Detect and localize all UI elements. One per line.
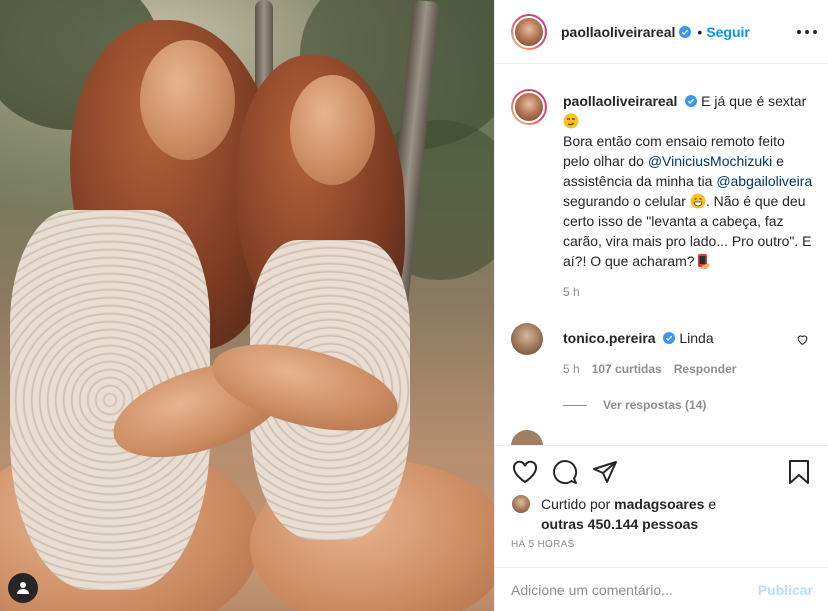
likes-prefix: Curtido por: [541, 496, 615, 512]
likes-middle: e: [704, 496, 717, 512]
view-replies-button[interactable]: Ver respostas (14): [563, 398, 813, 412]
action-bar: [511, 458, 813, 486]
comments-section: paollaoliveirareal E já que é sextar Bor…: [495, 65, 828, 445]
caption-part: segurando o celular: [563, 193, 690, 209]
caption-time[interactable]: 5 h: [563, 285, 813, 299]
comment-text: tonico.pereira Linda: [563, 329, 813, 347]
more-options-icon[interactable]: [797, 22, 817, 42]
smirk-emoji-icon: [563, 113, 579, 129]
follow-button[interactable]: Seguir: [706, 24, 750, 40]
comment-meta: 5 h 107 curtidas Responder: [563, 362, 813, 376]
post-actions-area: Curtido por madagsoares e outras 450.144…: [495, 445, 828, 611]
likes-count[interactable]: outras 450.144 pessoas: [541, 516, 698, 532]
comment-like-icon[interactable]: [796, 333, 809, 346]
heart-icon: [512, 460, 538, 484]
comment-item-partial: [511, 430, 813, 445]
bookmark-icon: [789, 460, 809, 484]
likes-summary: Curtido por madagsoares e outras 450.144…: [511, 494, 813, 534]
caption-text: paollaoliveirareal E já que é sextar Bor…: [563, 91, 813, 271]
mention-link[interactable]: @abgailoliveira: [716, 173, 812, 189]
view-replies-label: Ver respostas (14): [603, 398, 707, 412]
like-button[interactable]: [511, 458, 539, 486]
user-tag-button[interactable]: [8, 573, 38, 603]
grin-sweat-emoji-icon: [690, 193, 706, 209]
liker-username[interactable]: madagsoares: [614, 496, 704, 512]
post-caption: paollaoliveirareal E já que é sextar Bor…: [511, 65, 813, 299]
add-comment-bar: Publicar: [495, 567, 828, 611]
post-header: paollaoliveirareal • Seguir: [495, 0, 828, 64]
verified-badge-icon: [685, 95, 698, 107]
comment-likes[interactable]: 107 curtidas: [592, 362, 662, 376]
caption-username[interactable]: paollaoliveirareal: [563, 93, 677, 109]
instagram-post: paollaoliveirareal • Seguir paollaolivei…: [0, 0, 828, 611]
photo-face-right: [290, 75, 375, 185]
comment-item: tonico.pereira Linda 5 h 107 curtidas Re…: [511, 323, 813, 412]
author-username[interactable]: paollaoliveirareal: [561, 24, 675, 40]
replies-line: [563, 404, 587, 406]
user-tag-icon: [17, 582, 29, 594]
reply-button[interactable]: Responder: [674, 362, 737, 376]
post-timestamp[interactable]: HÁ 5 HORAS: [511, 539, 575, 550]
follow-separator: •: [697, 23, 703, 40]
share-button[interactable]: [591, 458, 619, 486]
author-avatar[interactable]: [511, 89, 547, 125]
publish-button[interactable]: Publicar: [758, 582, 813, 598]
comment-bubble-icon: [553, 460, 577, 484]
post-side-panel: paollaoliveirareal • Seguir paollaolivei…: [494, 0, 828, 611]
author-avatar[interactable]: [511, 13, 547, 50]
mention-link[interactable]: @ViniciusMochizuki: [648, 153, 772, 169]
photo-face-left: [140, 40, 235, 160]
selfie-emoji-icon: [697, 254, 710, 269]
verified-badge-icon: [679, 25, 692, 38]
caption-part: E já que é sextar: [697, 93, 807, 109]
commenter-avatar[interactable]: [511, 323, 543, 355]
comment-button[interactable]: [551, 458, 579, 486]
comment-time[interactable]: 5 h: [563, 362, 580, 376]
verified-badge-icon: [663, 332, 676, 344]
commenter-avatar[interactable]: [511, 430, 543, 445]
liker-avatar[interactable]: [511, 494, 531, 514]
comment-body: Linda: [675, 330, 714, 346]
post-photo[interactable]: [0, 0, 494, 611]
commenter-username[interactable]: tonico.pereira: [563, 330, 656, 346]
comment-input[interactable]: [511, 582, 750, 598]
paper-plane-icon: [593, 461, 617, 483]
save-button[interactable]: [785, 458, 813, 486]
